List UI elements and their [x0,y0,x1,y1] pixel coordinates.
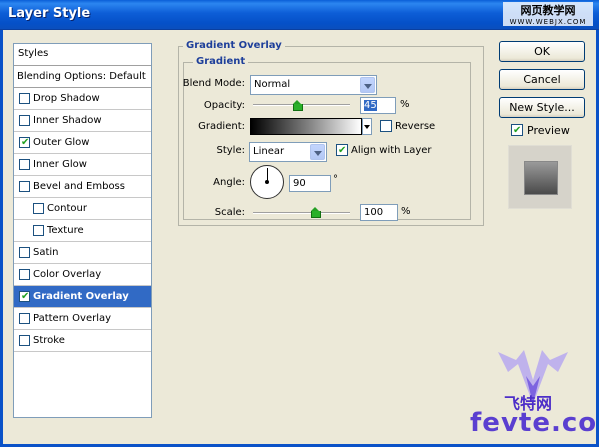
chevron-down-icon[interactable] [310,144,325,160]
window-title: Layer Style [8,6,91,21]
ok-button[interactable]: OK [499,41,585,62]
reverse-label: Reverse [395,121,436,132]
scale-slider-thumb[interactable] [310,207,321,218]
gradient-label: Gradient: [198,121,245,132]
style-item-label: Inner Glow [33,159,87,170]
style-item-label: Gradient Overlay [33,291,129,302]
logo-text: fevte.com [470,408,599,438]
style-select[interactable]: Linear [249,142,327,162]
blend-mode-value: Normal [254,79,291,90]
style-checkbox[interactable]: ✔ [19,291,30,302]
angle-dial[interactable] [250,165,284,199]
style-item-label: Pattern Overlay [33,313,112,324]
styles-list: Styles Blending Options: Default Drop Sh… [13,43,152,418]
style-item-label: Color Overlay [33,269,102,280]
align-with-layer-label: Align with Layer [351,145,432,156]
style-item[interactable]: Drop Shadow [14,88,151,110]
chevron-down-icon[interactable] [360,77,375,93]
angle-unit: ° [333,174,338,185]
style-item[interactable]: Inner Glow [14,154,151,176]
style-item-label: Texture [47,225,84,236]
preview-checkbox[interactable]: ✔ [511,124,523,136]
reverse-checkbox[interactable] [380,120,392,132]
style-label: Style: [216,145,246,156]
style-item-label: Stroke [33,335,65,346]
style-checkbox[interactable] [19,269,30,280]
style-item[interactable]: Texture [14,220,151,242]
blending-options-item[interactable]: Blending Options: Default [14,66,151,88]
title-bar[interactable]: Layer Style 网页教学网 WWW.WEBJX.COM [0,0,599,30]
style-item[interactable]: Stroke [14,330,151,352]
group-title-gradient: Gradient [193,56,249,67]
scale-label: Scale: [214,207,245,218]
cancel-button[interactable]: Cancel [499,69,585,90]
new-style-button[interactable]: New Style... [499,97,585,118]
style-checkbox[interactable] [19,181,30,192]
triangle-down-icon [364,125,370,129]
watermark-line1: 网页教学网 [503,2,593,18]
style-checkbox[interactable] [33,225,44,236]
angle-input[interactable]: 90 [289,175,331,192]
style-item[interactable]: Inner Shadow [14,110,151,132]
style-item-label: Bevel and Emboss [33,181,125,192]
checkmark-icon: ✔ [513,125,522,136]
style-item-label: Outer Glow [33,137,90,148]
style-checkbox[interactable] [19,93,30,104]
style-item[interactable]: Bevel and Emboss [14,176,151,198]
style-item-label: Drop Shadow [33,93,100,104]
style-checkbox[interactable]: ✔ [19,137,30,148]
preview-label: Preview [527,124,570,137]
gradient-dropdown[interactable] [362,118,372,135]
angle-dial-center [265,180,269,184]
scale-value: 100 [364,207,384,218]
style-item-label: Inner Shadow [33,115,102,126]
checkmark-icon: ✔ [21,137,30,148]
preview-swatch-frame [508,145,572,209]
watermark-line2: WWW.WEBJX.COM [503,18,593,26]
style-item[interactable]: Color Overlay [14,264,151,286]
style-checkbox[interactable] [33,203,44,214]
opacity-label: Opacity: [203,100,245,111]
align-with-layer-checkbox[interactable]: ✔ [336,144,348,156]
blend-mode-label: Blend Mode: [182,78,245,89]
angle-value: 90 [293,178,306,189]
styles-header[interactable]: Styles [14,44,151,66]
angle-label: Angle: [213,177,245,188]
gradient-swatch[interactable] [250,118,362,135]
opacity-input[interactable]: 45 [360,97,396,114]
style-checkbox[interactable] [19,247,30,258]
style-checkbox[interactable] [19,335,30,346]
style-item[interactable]: ✔ Gradient Overlay [14,286,151,308]
opacity-unit: % [400,99,410,110]
style-item[interactable]: Contour [14,198,151,220]
opacity-slider-thumb[interactable] [292,100,303,111]
style-checkbox[interactable] [19,159,30,170]
style-item[interactable]: Satin [14,242,151,264]
checkmark-icon: ✔ [338,145,347,156]
style-item-label: Contour [47,203,87,214]
style-checkbox[interactable] [19,115,30,126]
group-title-gradient-overlay: Gradient Overlay [183,40,285,51]
blend-mode-select[interactable]: Normal [250,75,377,95]
style-item[interactable]: Pattern Overlay [14,308,151,330]
watermark-top: 网页教学网 WWW.WEBJX.COM [503,2,593,26]
scale-input[interactable]: 100 [360,204,398,221]
fevte-logo: 飞特网 fevte.com [470,342,599,442]
scale-slider-track[interactable] [253,212,350,214]
opacity-value: 45 [364,100,377,111]
style-item-label: Satin [33,247,59,258]
style-item[interactable]: ✔ Outer Glow [14,132,151,154]
style-checkbox[interactable] [19,313,30,324]
scale-unit: % [401,206,411,217]
checkmark-icon: ✔ [21,291,30,302]
preview-swatch [524,161,558,195]
style-value: Linear [253,146,285,157]
